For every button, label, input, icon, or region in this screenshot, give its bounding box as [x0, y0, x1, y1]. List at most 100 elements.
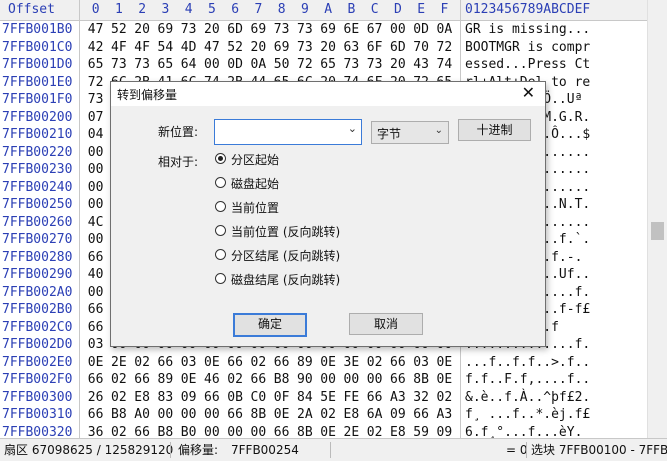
- hex-byte[interactable]: 0F: [270, 389, 293, 407]
- hex-row[interactable]: 7FFB001D0 65 73 73 65 64 00 0D 0A 50 72 65 73 73 20 43 7…: [0, 56, 647, 74]
- hex-byte[interactable]: 0A: [247, 56, 270, 74]
- hex-byte[interactable]: 74: [433, 56, 456, 74]
- hex-byte[interactable]: 65: [84, 56, 107, 74]
- hex-byte[interactable]: 73: [293, 39, 316, 57]
- hex-byte[interactable]: 32: [410, 389, 433, 407]
- unit-select[interactable]: 字节 ⌄: [371, 121, 449, 144]
- hex-byte[interactable]: 69: [317, 21, 340, 39]
- hex-byte[interactable]: 02: [107, 389, 130, 407]
- hex-byte[interactable]: 52: [224, 39, 247, 57]
- hex-row[interactable]: 7FFB001C0 42 4F 4F 54 4D 47 52 20 69 73 20 63 6F 6D 70 7…: [0, 39, 647, 57]
- hex-byte[interactable]: 00: [224, 424, 247, 439]
- hex-byte[interactable]: 00: [84, 161, 107, 179]
- hex-byte[interactable]: 66: [200, 389, 223, 407]
- row-ascii[interactable]: f.f..F.f,....f..: [465, 371, 590, 389]
- hex-byte[interactable]: 02: [363, 354, 386, 372]
- chevron-down-icon[interactable]: ⌄: [348, 122, 357, 135]
- hex-byte[interactable]: 72: [433, 39, 456, 57]
- hex-byte[interactable]: 46: [200, 371, 223, 389]
- hex-byte[interactable]: 00: [154, 406, 177, 424]
- hex-byte[interactable]: 0D: [410, 21, 433, 39]
- hex-byte[interactable]: 00: [84, 179, 107, 197]
- hex-byte[interactable]: 02: [247, 354, 270, 372]
- new-position-combobox[interactable]: ⌄: [214, 119, 362, 145]
- radio-button-icon[interactable]: [215, 177, 226, 188]
- hex-byte[interactable]: 66: [84, 249, 107, 267]
- hex-byte[interactable]: 90: [293, 371, 316, 389]
- hex-byte[interactable]: 50: [270, 56, 293, 74]
- hex-byte[interactable]: 00: [84, 196, 107, 214]
- hex-byte[interactable]: 0E: [200, 354, 223, 372]
- hex-byte[interactable]: 0E: [317, 424, 340, 439]
- cancel-button[interactable]: 取消: [349, 313, 423, 335]
- hex-byte[interactable]: 69: [154, 21, 177, 39]
- hex-byte[interactable]: 6A: [363, 406, 386, 424]
- hex-byte[interactable]: 00: [200, 56, 223, 74]
- hex-byte[interactable]: 66: [154, 354, 177, 372]
- row-ascii[interactable]: ...f..f.f..>.f..: [465, 354, 590, 372]
- hex-byte[interactable]: 66: [386, 371, 409, 389]
- hex-byte[interactable]: 00: [386, 21, 409, 39]
- hex-byte[interactable]: 73: [84, 91, 107, 109]
- hex-byte[interactable]: 00: [363, 371, 386, 389]
- hex-byte[interactable]: 3E: [340, 354, 363, 372]
- hex-byte[interactable]: 64: [177, 56, 200, 74]
- hex-byte[interactable]: 73: [107, 56, 130, 74]
- hex-byte[interactable]: 72: [293, 56, 316, 74]
- hex-byte[interactable]: 0E: [270, 406, 293, 424]
- hex-byte[interactable]: 20: [247, 39, 270, 57]
- hex-byte[interactable]: 66: [84, 319, 107, 337]
- hex-byte[interactable]: 02: [433, 389, 456, 407]
- hex-byte[interactable]: B0: [177, 424, 200, 439]
- row-ascii[interactable]: f¸ ...f..*.èj.f£: [465, 406, 590, 424]
- hex-byte[interactable]: 66: [84, 301, 107, 319]
- hex-byte[interactable]: 65: [317, 56, 340, 74]
- hex-byte[interactable]: 6E: [340, 21, 363, 39]
- hex-row[interactable]: 7FFB002E0 0E 2E 02 66 03 0E 66 02 66 89 0E 3E 02 66 03 0…: [0, 354, 647, 372]
- hex-byte[interactable]: 70: [410, 39, 433, 57]
- radio-button-icon[interactable]: [215, 225, 226, 236]
- hex-byte[interactable]: 66: [131, 424, 154, 439]
- hex-byte[interactable]: 6D: [224, 21, 247, 39]
- hex-byte[interactable]: 4F: [131, 39, 154, 57]
- hex-byte[interactable]: 73: [363, 56, 386, 74]
- hex-byte[interactable]: 0E: [433, 354, 456, 372]
- hex-byte[interactable]: 66: [224, 406, 247, 424]
- hex-byte[interactable]: 20: [386, 56, 409, 74]
- hex-byte[interactable]: 52: [107, 21, 130, 39]
- hex-byte[interactable]: 0E: [84, 354, 107, 372]
- hex-byte[interactable]: 54: [154, 39, 177, 57]
- hex-byte[interactable]: 03: [84, 336, 107, 354]
- hex-byte[interactable]: 73: [293, 21, 316, 39]
- hex-byte[interactable]: 66: [224, 354, 247, 372]
- hex-row[interactable]: 7FFB00310 66 B8 A0 00 00 00 66 8B 0E 2A 02 E8 6A 09 66 A…: [0, 406, 647, 424]
- hex-byte[interactable]: 4D: [177, 39, 200, 57]
- hex-byte[interactable]: 66: [270, 354, 293, 372]
- hex-byte[interactable]: 66: [247, 371, 270, 389]
- decimal-toggle-button[interactable]: 十进制: [458, 119, 531, 141]
- hex-byte[interactable]: 2E: [107, 354, 130, 372]
- hex-byte[interactable]: 66: [386, 354, 409, 372]
- hex-byte[interactable]: 89: [154, 371, 177, 389]
- hex-byte[interactable]: 66: [131, 371, 154, 389]
- radio-button-icon[interactable]: [215, 273, 226, 284]
- row-ascii[interactable]: BOOTMGR is compr: [465, 39, 590, 57]
- hex-byte[interactable]: 00: [84, 284, 107, 302]
- hex-byte[interactable]: 04: [84, 126, 107, 144]
- hex-byte[interactable]: 02: [107, 424, 130, 439]
- hex-byte[interactable]: 8B: [293, 424, 316, 439]
- row-bytes[interactable]: 0E 2E 02 66 03 0E 66 02 66 89 0E 3E 02 66 03 0E: [84, 354, 456, 372]
- hex-byte[interactable]: 20: [131, 21, 154, 39]
- row-ascii[interactable]: essed...Press Ct: [465, 56, 590, 74]
- hex-byte[interactable]: 4C: [84, 214, 107, 232]
- hex-byte[interactable]: 66: [270, 424, 293, 439]
- hex-byte[interactable]: 69: [270, 39, 293, 57]
- hex-byte[interactable]: B8: [107, 406, 130, 424]
- hex-byte[interactable]: A3: [433, 406, 456, 424]
- hex-byte[interactable]: 02: [131, 354, 154, 372]
- hex-byte[interactable]: 09: [386, 406, 409, 424]
- hex-byte[interactable]: 07: [84, 109, 107, 127]
- hex-byte[interactable]: 00: [200, 424, 223, 439]
- hex-byte[interactable]: FE: [340, 389, 363, 407]
- row-bytes[interactable]: 36 02 66 B8 B0 00 00 00 66 8B 0E 2E 02 E8 59 09: [84, 424, 456, 439]
